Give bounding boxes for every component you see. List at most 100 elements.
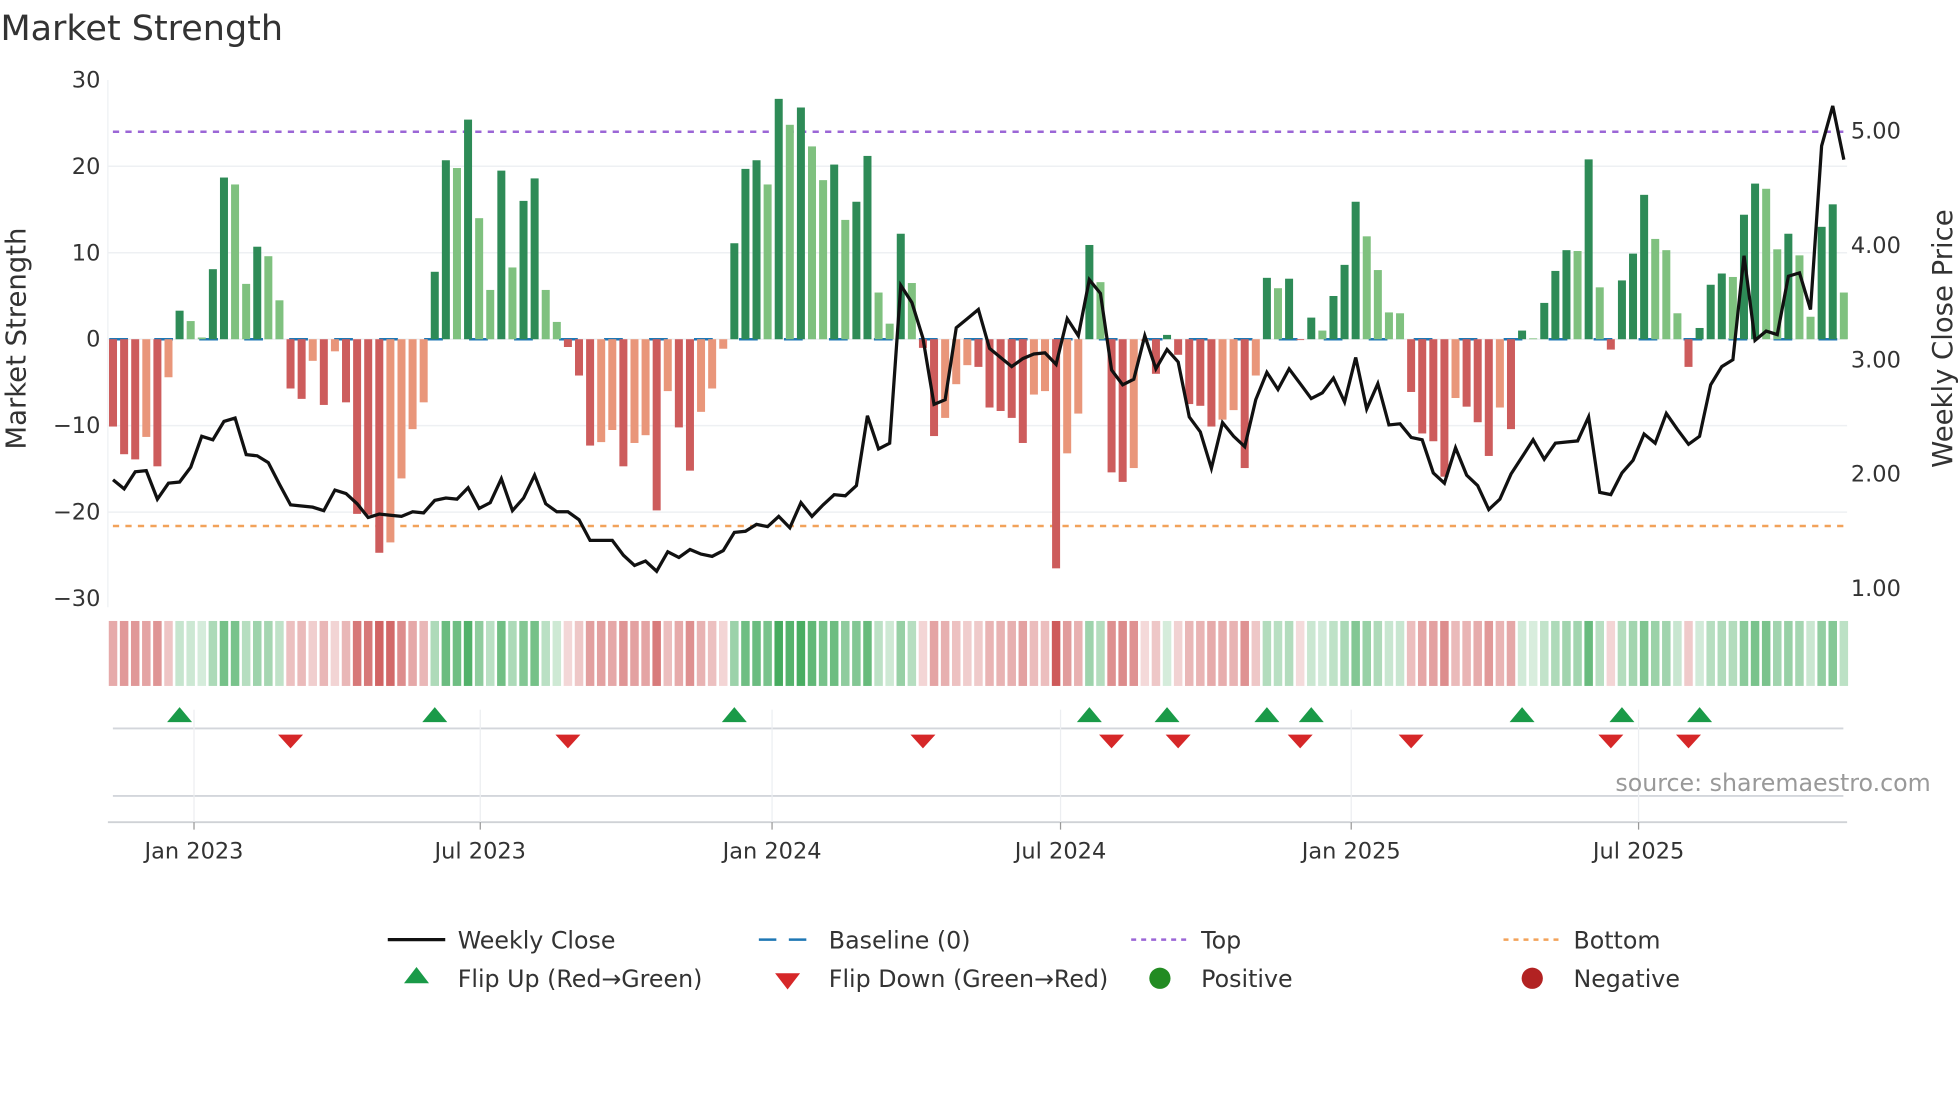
strength-bar-positive — [841, 219, 850, 340]
strength-bar-positive — [1262, 277, 1271, 340]
strip-cell — [308, 620, 317, 686]
strength-bar-negative — [575, 339, 584, 376]
strip-cell — [874, 620, 883, 686]
strength-bar-negative — [1462, 339, 1471, 407]
strength-bar-positive — [874, 292, 883, 340]
flip-up-marker — [1687, 707, 1713, 723]
strip-cell — [408, 620, 417, 686]
strength-bar-positive — [197, 337, 206, 340]
strength-bar-positive — [1617, 280, 1626, 340]
strip-cell — [253, 620, 262, 686]
strip-cell — [1628, 620, 1638, 686]
flip-up-marker — [1609, 707, 1635, 723]
strip-cell — [1240, 620, 1249, 686]
x-tick-label: Jul 2024 — [1013, 838, 1106, 864]
strip-cell — [985, 620, 994, 686]
y-tick-label: 20 — [72, 154, 101, 180]
strength-bar-positive — [863, 155, 872, 340]
strength-bar-negative — [1473, 339, 1482, 423]
strip-cell — [153, 620, 162, 686]
strength-bar-negative — [1007, 339, 1016, 418]
strip-cell — [885, 620, 894, 686]
strip-cell — [1184, 620, 1194, 686]
strength-bar-positive — [796, 107, 805, 340]
strength-bar-positive — [1362, 236, 1371, 340]
strip-cell — [696, 620, 706, 686]
strip-cell — [241, 620, 251, 686]
x-tick-label: Jul 2023 — [433, 838, 526, 864]
legend-item-flip-up: Flip Up (Red→Green) — [404, 965, 702, 993]
chart-title: Market Strength — [0, 9, 283, 49]
legend-item-weekly-close: Weekly Close — [387, 926, 616, 954]
strength-bar-negative — [1029, 339, 1038, 395]
strength-bar-negative — [297, 339, 306, 399]
flip-up-marker — [167, 707, 193, 723]
strip-cell — [1795, 620, 1804, 686]
strength-bar-positive — [1351, 201, 1360, 340]
strength-bar-negative — [1296, 339, 1305, 341]
triangle-down-icon — [775, 973, 801, 990]
strip-cell — [929, 620, 939, 686]
strength-bar-positive — [1163, 334, 1172, 340]
flip-up-marker — [721, 707, 747, 723]
strength-bar-negative — [120, 339, 129, 455]
strip-cell — [1129, 620, 1139, 686]
strength-bar-negative — [1196, 339, 1205, 406]
flip-markers-panel — [112, 707, 1844, 797]
strength-bar-positive — [1307, 317, 1316, 340]
strength-bar-positive — [730, 243, 739, 340]
strip-cell — [963, 620, 972, 686]
strength-bar-negative — [1174, 339, 1183, 355]
strength-bar-negative — [131, 339, 140, 460]
strength-bar-positive — [1562, 250, 1571, 340]
strength-bar-positive — [1340, 264, 1349, 340]
strip-cell — [508, 620, 517, 686]
strength-bar-positive — [1540, 302, 1549, 340]
strength-bar-negative — [308, 339, 317, 361]
strip-cell — [1085, 620, 1094, 686]
strength-bar-positive — [452, 168, 461, 340]
flip-down-marker — [1598, 734, 1624, 749]
strip-cell — [1739, 620, 1749, 686]
strip-cell — [1573, 620, 1582, 686]
strip-cell — [352, 620, 362, 686]
strength-bar-positive — [1285, 278, 1294, 340]
strip-cell — [1340, 620, 1349, 686]
strength-bar-positive — [253, 246, 262, 340]
strip-cell — [752, 620, 761, 686]
strength-bar-positive — [1673, 313, 1682, 340]
strength-bar-positive — [763, 184, 772, 340]
strength-bar-positive — [1551, 270, 1560, 340]
strength-bar-positive — [1584, 159, 1593, 340]
strength-bar-positive — [1640, 194, 1649, 340]
strength-bar-negative — [1440, 339, 1449, 477]
strip-cell — [363, 620, 373, 686]
strip-cell — [430, 620, 440, 686]
strip-cell — [1007, 620, 1016, 686]
legend-item-negative: Negative — [1521, 965, 1680, 993]
strip-cell — [1040, 620, 1050, 686]
strength-bar-positive — [208, 269, 217, 340]
strip-cell — [1495, 620, 1505, 686]
y-tick-label: −30 — [53, 586, 100, 612]
y2-tick-label: 4.00 — [1851, 233, 1901, 259]
strip-cell — [1650, 620, 1660, 686]
strength-bar-negative — [663, 339, 672, 392]
strip-cell — [1107, 620, 1116, 686]
strip-cell — [463, 620, 473, 686]
strip-cell — [497, 620, 506, 686]
strength-bar-negative — [974, 339, 983, 367]
strength-bar-negative — [674, 339, 683, 428]
strength-bar-negative — [153, 339, 162, 467]
strip-cell — [441, 620, 451, 686]
strip-cell — [730, 620, 739, 686]
legend-item-positive: Positive — [1149, 965, 1293, 993]
strip-cell — [108, 620, 118, 686]
strength-bar-negative — [1040, 339, 1049, 392]
strip-cell — [219, 620, 229, 686]
strip-cell — [1528, 620, 1538, 686]
strength-bar-positive — [885, 323, 894, 340]
strip-cell — [1617, 620, 1627, 686]
legend-item-baseline: Baseline (0) — [758, 926, 971, 954]
strength-bar-negative — [563, 339, 572, 348]
